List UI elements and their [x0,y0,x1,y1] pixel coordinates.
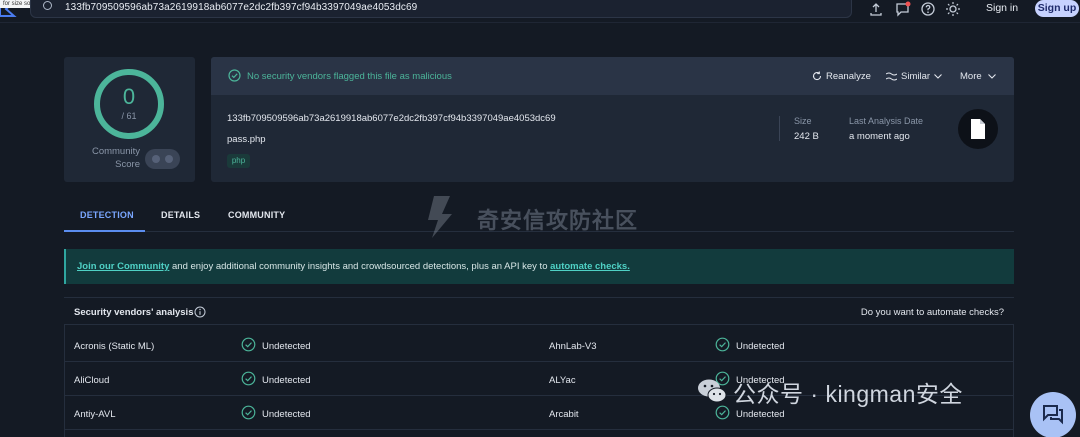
check-circle-icon [715,405,730,420]
more-button[interactable]: More [960,71,982,82]
summary-header: No security vendors flagged this file as… [211,57,1014,95]
vendor-result: Undetected [736,409,785,420]
vendor-row: Acronis (Static ML) Undetected AhnLab-V3… [64,328,1014,362]
file-summary-card: No security vendors flagged this file as… [211,57,1014,182]
last-analysis-value: a moment ago [849,131,910,142]
file-icon [971,119,985,139]
community-score-label-line1: Community [91,146,140,157]
status-message: No security vendors flagged this file as… [247,71,452,82]
vendor-name: ALYac [549,375,576,386]
detection-count: 0 [122,84,136,109]
vendor-name: AliCloud [74,375,110,386]
tab-community[interactable]: COMMUNITY [228,210,285,220]
search-input[interactable]: 133fb709509596ab73a2619918ab6077e2dc2fb3… [30,0,852,18]
upload-icon[interactable] [868,1,884,17]
vendors-header: Security vendors' analysis Do you want t… [64,297,1014,325]
sign-up-button[interactable]: Sign up [1035,0,1079,17]
file-name: pass.php [227,134,266,145]
vote-icon [152,155,173,163]
reanalyze-button[interactable]: Reanalyze [826,71,871,82]
chevron-down-icon [988,74,996,79]
watermark-center: 奇安信攻防社区 [477,208,639,233]
chevron-down-icon [934,74,942,79]
watermark-logo-icon [428,196,452,238]
vendors-title: Security vendors' analysis [74,307,194,318]
similar-icon [886,72,897,81]
engine-total: / 61 [121,111,137,121]
detection-score-card: 0 / 61 Community Score [64,57,195,182]
sign-in-link[interactable]: Sign in [986,2,1018,14]
vendor-name: Acronis (Static ML) [74,341,155,352]
check-circle-icon [241,337,256,352]
vendor-name: Antiy-AVL [74,409,116,420]
info-icon[interactable] [194,306,206,318]
wechat-icon [698,379,727,403]
vendor-name: AhnLab-V3 [549,341,597,352]
tab-detection[interactable]: DETECTION [80,210,134,220]
banner-text: Join our Community and enjoy additional … [77,261,630,272]
size-value: 242 B [794,131,819,142]
search-input-value: 133fb709509596ab73a2619918ab6077e2dc2fb3… [65,2,418,13]
tab-details[interactable]: DETAILS [161,210,200,220]
vendor-result: Undetected [262,375,311,386]
banner-middle-text: and enjoy additional community insights … [169,261,551,272]
file-type-badge [958,109,998,149]
automate-checks-link[interactable]: automate checks. [550,261,630,272]
top-divider [0,22,1080,23]
vendor-result: Undetected [736,341,785,352]
file-type-tag[interactable]: php [227,154,250,168]
vendor-result: Undetected [262,409,311,420]
similar-button[interactable]: Similar [901,71,930,82]
last-analysis-label: Last Analysis Date [849,116,924,126]
watermark-bottom: 公众号 · kingman安全 [733,381,963,407]
notification-icon[interactable] [895,1,911,17]
reanalyze-icon [812,71,822,81]
search-icon [43,1,52,10]
join-community-link[interactable]: Join our Community [77,261,169,272]
theme-toggle-icon[interactable] [945,1,961,17]
automate-checks-prompt[interactable]: Do you want to automate checks? [861,307,1004,318]
chat-button[interactable] [1030,392,1076,437]
vendor-name: Arcabit [549,409,579,420]
chat-icon [1043,405,1063,425]
check-circle-icon [241,405,256,420]
vendor-result: Undetected [262,341,311,352]
top-bar: for size sound 133fb709509596ab73a261991… [0,0,1080,18]
check-circle-icon [228,69,241,82]
check-circle-icon [715,337,730,352]
active-tab-indicator [64,230,145,232]
help-icon[interactable] [920,1,936,17]
community-banner: Join our Community and enjoy additional … [64,249,1014,284]
community-vote-toggle[interactable] [145,149,180,169]
size-label: Size [794,116,812,126]
community-score-label-line2: Score [115,158,140,170]
file-hash[interactable]: 133fb709509596ab73a2619918ab6077e2dc2fb3… [227,113,556,124]
check-circle-icon [241,371,256,386]
community-score-label: Community Score [84,146,140,171]
meta-divider [779,116,780,141]
